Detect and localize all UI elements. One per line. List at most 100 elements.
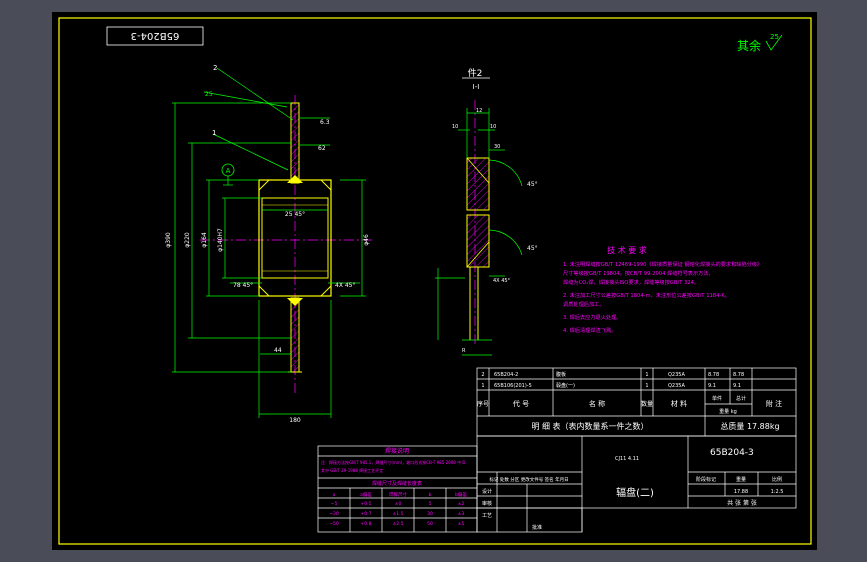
drawing-canvas: 65B204-3 其余 25 A 2 1 φ390 φ220 φ164 φ140… [52,12,817,550]
svg-text:25: 25 [770,33,779,41]
svg-text:65B204-3: 65B204-3 [131,30,180,41]
svg-text:65B204-2: 65B204-2 [494,372,518,378]
svg-text:10: 10 [490,124,496,130]
section-upper [466,157,490,211]
svg-text:Q235A: Q235A [668,383,685,389]
weld-table-cell: ±2.5 [393,521,404,527]
dim-chamfer-top: 25 45° [285,211,305,218]
svg-text:设计: 设计 [482,488,492,495]
svg-text:65B106(201)-5: 65B106(201)-5 [494,383,532,389]
drawing-number: 65B204-3 [710,448,754,458]
weld-table-cell: ~50 [329,521,339,527]
svg-text:注：焊接方法按GB/T 985.1，焊缝尺寸(mm)，坡口形: 注：焊接方法按GB/T 985.1，焊缝尺寸(mm)，坡口形式按CB-T 985… [321,459,465,465]
title-weight-value: 17.88 [734,489,748,495]
section-sublabel: I-I [473,83,480,91]
svg-text:焊缝尺寸及焊缝长度表: 焊缝尺寸及焊缝长度表 [372,480,422,487]
dim-overall-length: 180 [289,417,301,424]
dim-d-hub-inner: φ140H7 [217,228,224,252]
weld-table-cell: ±1.5 [393,511,404,517]
web-plate-top [290,102,300,184]
dim-flange-offset: 44 [274,347,282,354]
svg-text:1: 1 [645,372,648,378]
svg-text:共 张 第 张: 共 张 第 张 [727,499,757,507]
svg-text:工艺: 工艺 [482,513,492,519]
drawing-sheet [52,12,817,550]
svg-text:其余: 其余 [737,38,761,53]
svg-text:代 号: 代 号 [513,399,529,408]
svg-text:9.1: 9.1 [733,383,741,389]
svg-text:8.78: 8.78 [733,372,744,378]
svg-text:毂盘(一): 毂盘(一) [556,382,575,389]
weld-table-cell: +0.8 [361,521,372,527]
svg-text:45°: 45° [527,245,538,252]
svg-text:b偏差: b偏差 [455,491,467,498]
svg-text:批准: 批准 [532,524,542,531]
weld-table-cell: ±2 [458,501,465,507]
svg-text:45°: 45° [527,181,538,188]
weld-table-cell: 5 [429,501,432,507]
svg-text:阶段标记: 阶段标记 [696,476,716,483]
weld-table-cell: ±0 [395,501,402,507]
svg-text:1: 1 [481,383,484,389]
svg-text:R: R [462,348,466,354]
dim-chamfer-left: 78 45° [233,282,253,289]
weld-table-cell: ~30 [329,511,339,517]
weld-table-cell: ±5 [458,521,465,527]
svg-text:审核: 审核 [482,500,492,507]
balloon-2: 2 [213,64,217,72]
parts-list-title: 明 细 表（表内数量系一件之数） [531,421,648,431]
svg-text:重量 kg: 重量 kg [719,408,737,415]
weld-table-cell: +0.5 [361,501,372,507]
svg-text:焊脚尺寸: 焊脚尺寸 [389,491,407,498]
dim-d-mid: φ220 [184,232,191,248]
roughness-value: 6.3 [320,119,330,126]
svg-text:8.78: 8.78 [708,372,719,378]
svg-text:a: a [333,493,336,498]
svg-text:4X 45°: 4X 45° [493,278,511,284]
dim-d-hub-outer: φ46 [363,234,370,246]
svg-text:1: 1 [645,383,648,389]
tech-req-title: 技 术 要 求 [607,245,647,255]
svg-text:标记 处数 分区 更改文件号 签名 年月日: 标记 处数 分区 更改文件号 签名 年月日 [489,476,568,483]
svg-text:序号: 序号 [477,400,489,408]
svg-text:调质处理后加工。: 调质处理后加工。 [563,300,605,308]
svg-text:2. 未注加工尺寸公差按GB/T 1804-m，未注形位公差: 2. 未注加工尺寸公差按GB/T 1804-m，未注形位公差按GB/T 1184… [563,291,730,299]
dim-hub-width: 62 [318,145,326,152]
svg-text:尺寸等级按GB/T 19804，按CB/T 99-2004: 尺寸等级按GB/T 19804，按CB/T 99-2004 焊缝符号表示方法， [563,269,714,277]
datum-label: A [226,167,231,175]
section-label: 件2 [468,67,483,79]
web-plate-bottom [290,297,300,373]
dim-d-outer: φ390 [165,232,172,248]
svg-text:10: 10 [452,124,458,130]
dim-chamfer-right: 4X 45° [335,282,355,289]
svg-text:名 称: 名 称 [589,399,605,408]
svg-text:重量: 重量 [736,476,746,483]
svg-text:30: 30 [494,144,500,150]
svg-text:腹板: 腹板 [556,371,566,378]
svg-text:2: 2 [481,372,484,378]
weld-table-cell: ~5 [331,501,338,507]
weld-table-cell: 50 [427,521,433,527]
svg-text:Q235A: Q235A [668,372,685,378]
part-name: 辐盘(二) [616,486,654,499]
svg-text:焊缝为CO₂焊，焊接接头ISO要求，焊缝等级按GB/T 32: 焊缝为CO₂焊，焊接接头ISO要求，焊缝等级按GB/T 324。 [563,278,699,286]
weld-table-cell: ±3 [458,511,465,517]
svg-text:其中 GB/T 29-1988 焊接工艺评定: 其中 GB/T 29-1988 焊接工艺评定 [321,467,383,473]
small-caption: CJ11 4.11 [615,456,639,462]
svg-text:3. 焊后去应力退火处理。: 3. 焊后去应力退火处理。 [563,313,621,321]
svg-text:9.1: 9.1 [708,383,716,389]
svg-text:材 料: 材 料 [671,399,687,408]
svg-text:4. 焊后清理焊渣飞溅。: 4. 焊后清理焊渣飞溅。 [563,326,616,334]
dim-d-bore: φ164 [201,232,208,248]
balloon-1: 1 [212,129,216,137]
roughness-value: 25 [205,91,213,98]
svg-text:12: 12 [476,108,482,114]
svg-text:附 注: 附 注 [766,399,782,408]
svg-text:比例: 比例 [772,476,782,483]
weld-table-title: 焊接说明 [385,447,409,455]
section-lower [466,214,490,268]
svg-text:b: b [429,492,432,498]
svg-text:1. 未注明焊缝按GB/T 12469-1990《焊接质量保: 1. 未注明焊缝按GB/T 12469-1990《焊接质量保证 钢熔化焊接头的要… [563,260,762,268]
svg-text:单件: 单件 [712,395,722,402]
weld-table-cell: +0.7 [361,511,372,517]
